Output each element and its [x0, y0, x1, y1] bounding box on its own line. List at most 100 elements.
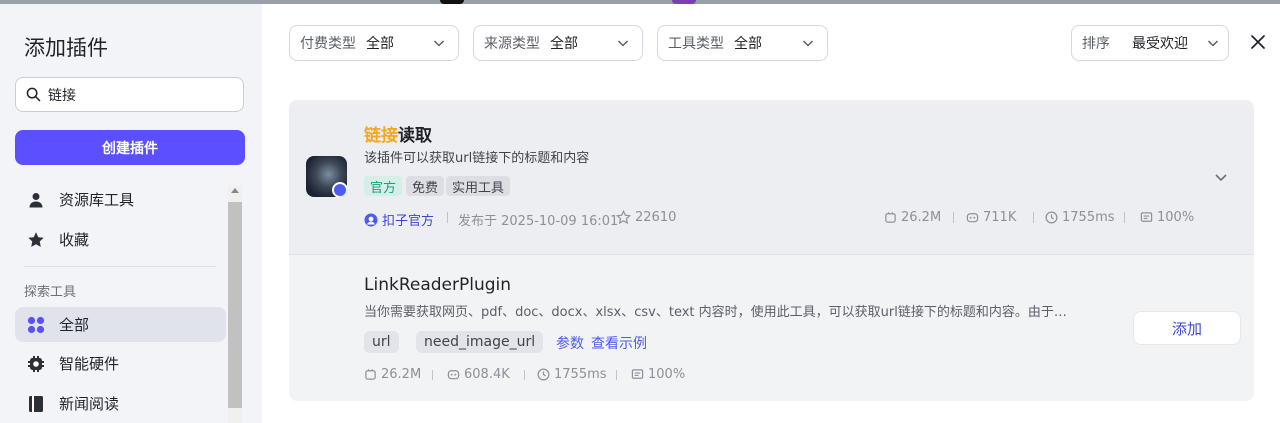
stat-value: 711K: [983, 210, 1017, 225]
chevron-down-icon: [802, 40, 814, 47]
param-tag: url: [364, 331, 399, 353]
section-label: 探索工具: [24, 285, 77, 300]
author-icon: [364, 213, 378, 226]
filter-label: 来源类型: [484, 36, 540, 52]
filter-value: 全部: [366, 36, 394, 52]
stat-value: 100%: [1157, 210, 1195, 225]
tag-free: 免费: [406, 176, 445, 196]
title-rest: 读取: [398, 126, 432, 146]
search-icon: [26, 87, 41, 102]
sidebar-item-library-tools[interactable]: 资源库工具: [15, 182, 226, 217]
bot-icon: [966, 213, 979, 223]
plugin-avatar: [306, 156, 347, 197]
sidebar-item-all[interactable]: 全部: [15, 307, 226, 342]
meta-divider: [432, 370, 433, 380]
sort-dropdown[interactable]: 排序 最受欢迎: [1071, 25, 1229, 61]
meta-divider: [524, 370, 525, 380]
chevron-down-icon: [1207, 40, 1219, 47]
author-name: 扣子官方: [382, 214, 435, 229]
chevron-down-icon: [433, 40, 445, 47]
meta-divider: [447, 212, 448, 223]
filter-label: 付费类型: [300, 36, 356, 52]
calls-icon: [885, 212, 896, 223]
chevron-down-icon: [617, 40, 629, 47]
filter-source-type[interactable]: 来源类型 全部: [473, 25, 643, 61]
meta-divider: [1124, 212, 1125, 223]
stat-success: 100%: [1140, 210, 1194, 225]
sort-label: 排序: [1082, 36, 1110, 52]
scroll-up-arrow-icon[interactable]: [231, 188, 239, 193]
clock-icon: [537, 368, 550, 381]
tag-utility: 实用工具: [446, 176, 511, 196]
stat-value: 26.2M: [381, 367, 422, 382]
tag-official: 官方: [364, 176, 403, 196]
user-icon: [27, 191, 45, 209]
stat-latency: 1755ms: [537, 367, 607, 382]
stat-bots: 711K: [966, 210, 1016, 225]
add-tool-button[interactable]: 添加: [1133, 311, 1241, 345]
grid-icon: [27, 316, 45, 334]
author[interactable]: 扣子官方: [364, 210, 434, 229]
params-link[interactable]: 参数: [556, 333, 584, 353]
publish-date: 发布于 2025-10-09 16:01: [458, 214, 619, 229]
official-badge-icon: [332, 182, 347, 197]
stat-value: 608.4K: [464, 367, 510, 382]
stat-calls: 26.2M: [364, 367, 421, 382]
search-box[interactable]: [15, 77, 244, 112]
plugin-description: 该插件可以获取url链接下的标题和内容: [364, 151, 590, 166]
search-input[interactable]: [48, 83, 233, 107]
sidebar-item-label: 智能硬件: [59, 355, 120, 373]
sidebar-item-label: 新闻阅读: [59, 395, 120, 413]
stat-success: 100%: [631, 367, 685, 382]
clock-icon: [1045, 211, 1058, 224]
sidebar-item-label: 收藏: [59, 231, 90, 249]
filter-value: 全部: [734, 36, 762, 52]
filter-tool-type[interactable]: 工具类型 全部: [657, 25, 828, 61]
favorites-count: 22610: [635, 210, 677, 225]
calls-icon: [365, 369, 376, 380]
message-icon: [631, 369, 644, 379]
chip-icon: [27, 355, 45, 373]
meta-divider: [616, 370, 617, 380]
message-icon: [1140, 212, 1153, 222]
stat-value: 26.2M: [901, 210, 942, 225]
plugin-title: 链接读取: [364, 121, 432, 146]
view-example-link[interactable]: 查看示例: [591, 333, 647, 353]
bot-icon: [447, 370, 460, 380]
tool-row: LinkReaderPlugin 当你需要获取网页、pdf、doc、docx、x…: [289, 255, 1254, 401]
meta-divider: [1033, 212, 1034, 223]
star-icon: [27, 231, 45, 249]
scrollbar-thumb[interactable]: [228, 202, 242, 408]
sidebar-item-label: 资源库工具: [59, 191, 135, 209]
star-outline-icon: [616, 210, 631, 225]
tool-description: 当你需要获取网页、pdf、doc、docx、xlsx、csv、text 内容时，…: [364, 305, 1067, 320]
stat-value: 100%: [648, 367, 686, 382]
chevron-down-icon[interactable]: [1213, 169, 1229, 185]
filter-payment-type[interactable]: 付费类型 全部: [289, 25, 459, 61]
sort-value: 最受欢迎: [1132, 36, 1188, 52]
close-icon[interactable]: [1250, 34, 1266, 50]
stat-latency: 1755ms: [1045, 210, 1115, 225]
tool-name: LinkReaderPlugin: [364, 275, 512, 295]
sidebar: 添加插件 创建插件 资源库工具 收藏 探索工具 全部 智能硬件 新闻阅读: [0, 4, 262, 423]
filter-value: 全部: [550, 36, 578, 52]
sidebar-item-label: 全部: [59, 316, 90, 334]
sidebar-divider: [24, 266, 216, 267]
param-tag: need_image_url: [416, 331, 544, 353]
sidebar-item-smart-hardware[interactable]: 智能硬件: [15, 346, 226, 381]
favorites[interactable]: 22610: [616, 210, 676, 225]
main-panel: 付费类型 全部 来源类型 全部 工具类型 全部 排序 最受欢迎 链接读取 该插件…: [262, 4, 1280, 423]
stat-calls: 26.2M: [884, 210, 941, 225]
sidebar-item-favorites[interactable]: 收藏: [15, 222, 226, 257]
stat-value: 1755ms: [554, 367, 607, 382]
stat-bots: 608.4K: [447, 367, 510, 382]
filter-label: 工具类型: [668, 36, 724, 52]
dialog-title: 添加插件: [24, 36, 108, 60]
plugin-card[interactable]: 链接读取 该插件可以获取url链接下的标题和内容 官方 免费 实用工具 扣子官方…: [289, 100, 1254, 254]
book-icon: [27, 395, 45, 413]
title-highlight: 链接: [364, 126, 398, 146]
sidebar-item-news-reading[interactable]: 新闻阅读: [15, 386, 226, 421]
meta-divider: [953, 212, 954, 223]
stat-value: 1755ms: [1062, 210, 1115, 225]
create-plugin-button[interactable]: 创建插件: [15, 130, 245, 165]
